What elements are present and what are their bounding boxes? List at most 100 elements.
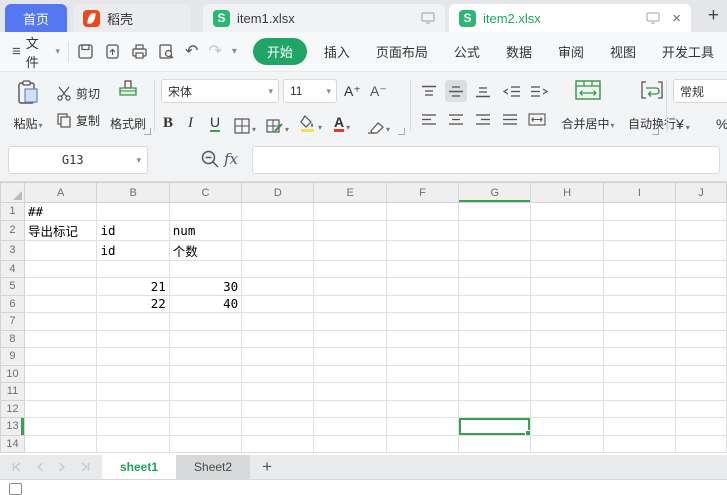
menu-tab-6[interactable]: 视图 xyxy=(597,38,649,65)
cell-I6[interactable] xyxy=(603,295,675,313)
cell-E2[interactable] xyxy=(314,220,386,240)
spreadsheet-grid[interactable]: ABCDEFGHIJ1##2导出标记idnum3id个数452130622407… xyxy=(0,182,727,455)
row-header-10[interactable]: 10 xyxy=(1,365,25,383)
new-tab-button[interactable]: + xyxy=(708,4,719,28)
name-box[interactable]: G13 ▾ xyxy=(8,146,148,174)
cell-E7[interactable] xyxy=(314,313,386,331)
cell-D11[interactable] xyxy=(242,383,314,401)
cell-H10[interactable] xyxy=(531,365,603,383)
cell-A12[interactable] xyxy=(24,400,96,418)
cell-C14[interactable] xyxy=(169,435,241,453)
last-sheet-icon[interactable] xyxy=(80,462,90,472)
cell-H6[interactable] xyxy=(531,295,603,313)
col-header-D[interactable]: D xyxy=(242,183,314,203)
align-left-button[interactable] xyxy=(418,108,440,130)
cell-C10[interactable] xyxy=(169,365,241,383)
menu-tab-1[interactable]: 插入 xyxy=(311,38,363,65)
redo-icon[interactable]: ↷ xyxy=(208,44,221,60)
col-header-H[interactable]: H xyxy=(531,183,603,203)
copy-button[interactable]: 复制 xyxy=(56,108,100,132)
increase-font-size-button[interactable]: A⁺ xyxy=(344,79,361,103)
cell-A5[interactable] xyxy=(24,278,96,296)
cell-E8[interactable] xyxy=(314,330,386,348)
cell-I5[interactable] xyxy=(603,278,675,296)
sheet-tab-1[interactable]: Sheet2 xyxy=(176,455,250,479)
first-sheet-icon[interactable] xyxy=(12,462,22,472)
cell-J1[interactable] xyxy=(676,203,727,221)
cell-G4[interactable] xyxy=(459,260,531,278)
cell-B7[interactable] xyxy=(97,313,169,331)
cell-C13[interactable] xyxy=(169,418,241,436)
row-header-8[interactable]: 8 xyxy=(1,330,25,348)
cell-I9[interactable] xyxy=(603,348,675,366)
cell-G7[interactable] xyxy=(459,313,531,331)
wrap-text-button[interactable]: 自动换行 xyxy=(624,78,680,134)
cell-B4[interactable] xyxy=(97,260,169,278)
dialog-launcher-icon[interactable] xyxy=(144,128,151,135)
cell-C3[interactable]: 个数 xyxy=(169,240,241,260)
cell-E5[interactable] xyxy=(314,278,386,296)
cell-B9[interactable] xyxy=(97,348,169,366)
cell-H14[interactable] xyxy=(531,435,603,453)
cell-I7[interactable] xyxy=(603,313,675,331)
cell-G13[interactable] xyxy=(459,418,531,436)
cell-F4[interactable] xyxy=(386,260,458,278)
cell-C8[interactable] xyxy=(169,330,241,348)
decrease-indent-button[interactable] xyxy=(501,80,523,102)
cell-H11[interactable] xyxy=(531,383,603,401)
save-icon[interactable] xyxy=(77,43,94,60)
cell-F9[interactable] xyxy=(386,348,458,366)
cell-D7[interactable] xyxy=(242,313,314,331)
cell-F10[interactable] xyxy=(386,365,458,383)
menu-tab-7[interactable]: 开发工具 xyxy=(649,38,727,65)
cell-G9[interactable] xyxy=(459,348,531,366)
justify-button[interactable] xyxy=(499,108,521,130)
cell-C9[interactable] xyxy=(169,348,241,366)
row-header-2[interactable]: 2 xyxy=(1,220,25,240)
add-sheet-button[interactable]: + xyxy=(250,455,284,479)
cell-J5[interactable] xyxy=(676,278,727,296)
row-header-9[interactable]: 9 xyxy=(1,348,25,366)
align-right-button[interactable] xyxy=(472,108,494,130)
borders-button[interactable]: ▾ xyxy=(234,112,256,134)
zoom-search-icon[interactable] xyxy=(200,149,220,169)
cell-D6[interactable] xyxy=(242,295,314,313)
sheet-tab-0[interactable]: sheet1 xyxy=(102,455,176,479)
number-format-select[interactable]: 常规 xyxy=(673,79,727,103)
cell-H5[interactable] xyxy=(531,278,603,296)
cell-E13[interactable] xyxy=(314,418,386,436)
menu-tab-0[interactable]: 开始 xyxy=(253,38,307,65)
cell-F14[interactable] xyxy=(386,435,458,453)
cell-I10[interactable] xyxy=(603,365,675,383)
cell-J6[interactable] xyxy=(676,295,727,313)
row-header-11[interactable]: 11 xyxy=(1,383,25,401)
clear-format-button[interactable]: ▾ xyxy=(366,112,390,134)
cell-H1[interactable] xyxy=(531,203,603,221)
cell-H8[interactable] xyxy=(531,330,603,348)
paste-button[interactable]: 粘贴▾ xyxy=(8,78,48,134)
cell-J4[interactable] xyxy=(676,260,727,278)
cell-G5[interactable] xyxy=(459,278,531,296)
align-center-button[interactable] xyxy=(445,108,467,130)
cell-B5[interactable]: 21 xyxy=(97,278,169,296)
cell-E14[interactable] xyxy=(314,435,386,453)
cell-G11[interactable] xyxy=(459,383,531,401)
cell-I13[interactable] xyxy=(603,418,675,436)
cell-D5[interactable] xyxy=(242,278,314,296)
cell-B6[interactable]: 22 xyxy=(97,295,169,313)
cell-F1[interactable] xyxy=(386,203,458,221)
cell-B14[interactable] xyxy=(97,435,169,453)
cell-J2[interactable] xyxy=(676,220,727,240)
tab-item2-active[interactable]: S item2.xlsx × xyxy=(449,4,691,32)
merge-center-button[interactable]: 合并居中▾ xyxy=(556,78,620,134)
tab-home[interactable]: 首页 xyxy=(5,4,67,32)
cell-F11[interactable] xyxy=(386,383,458,401)
cell-B11[interactable] xyxy=(97,383,169,401)
shading-button[interactable]: ▾ xyxy=(266,112,289,134)
cell-A8[interactable] xyxy=(24,330,96,348)
cell-I14[interactable] xyxy=(603,435,675,453)
cell-J3[interactable] xyxy=(676,240,727,260)
col-header-F[interactable]: F xyxy=(386,183,458,203)
font-size-select[interactable]: 11 ▾ xyxy=(283,79,337,103)
cell-D10[interactable] xyxy=(242,365,314,383)
